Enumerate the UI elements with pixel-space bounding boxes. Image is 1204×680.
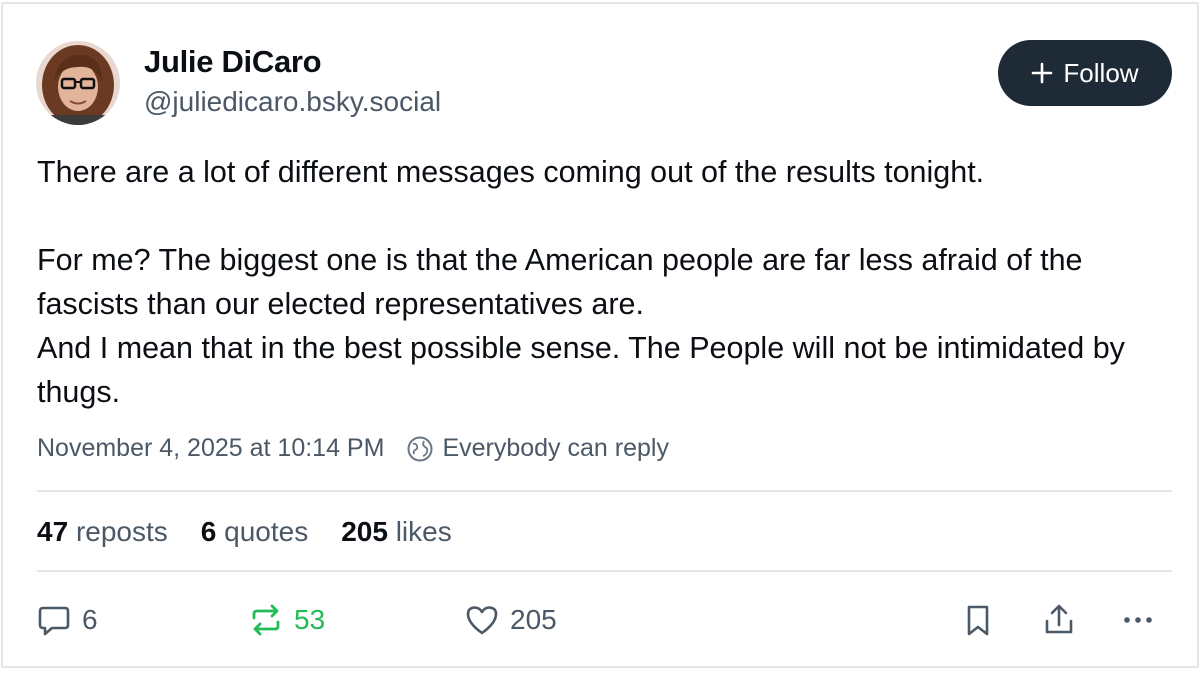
follow-button[interactable]: Follow	[998, 40, 1172, 106]
share-icon	[1045, 604, 1073, 634]
author-name[interactable]: Julie DiCaro	[144, 44, 322, 80]
post-paragraph: For me? The biggest one is that the Amer…	[37, 243, 1125, 409]
bookmark-icon	[967, 605, 989, 636]
reply-button[interactable]: 6	[36, 602, 98, 638]
plus-icon	[1032, 62, 1053, 84]
reply-count: 6	[82, 604, 98, 635]
post-timestamp[interactable]: November 4, 2025 at 10:14 PM	[37, 434, 384, 463]
post-card: Julie DiCaro @juliedicaro.bsky.social Fo…	[1, 2, 1199, 668]
bookmark-button[interactable]	[960, 602, 996, 638]
like-button[interactable]: 205	[464, 602, 557, 638]
paragraph-spacer	[37, 194, 1177, 238]
divider	[37, 570, 1172, 572]
divider	[37, 490, 1172, 492]
reply-setting: Everybody can reply	[442, 434, 669, 462]
ellipsis-icon	[1124, 617, 1152, 623]
heart-icon	[466, 606, 498, 635]
like-count: 205	[510, 604, 557, 635]
repost-icon	[252, 604, 280, 636]
likes-stat[interactable]: 205 likes	[341, 516, 452, 548]
quotes-stat[interactable]: 6 quotes	[201, 516, 308, 548]
post-paragraph: There are a lot of different messages co…	[37, 155, 985, 189]
reply-bubble-icon	[38, 606, 70, 636]
repost-count: 53	[294, 604, 326, 635]
globe-icon	[407, 436, 433, 461]
post-text: There are a lot of different messages co…	[37, 150, 1177, 414]
avatar[interactable]	[36, 41, 120, 125]
author-handle[interactable]: @juliedicaro.bsky.social	[144, 86, 441, 118]
reposts-stat[interactable]: 47 reposts	[37, 516, 168, 548]
post-meta: November 4, 2025 at 10:14 PM Everybody c…	[37, 434, 669, 463]
more-options-button[interactable]	[1120, 602, 1156, 638]
engagement-stats: 47 reposts 6 quotes 205 likes	[37, 516, 485, 548]
follow-label: Follow	[1063, 57, 1139, 88]
repost-button[interactable]: 53	[248, 602, 325, 638]
share-button[interactable]	[1041, 602, 1077, 638]
